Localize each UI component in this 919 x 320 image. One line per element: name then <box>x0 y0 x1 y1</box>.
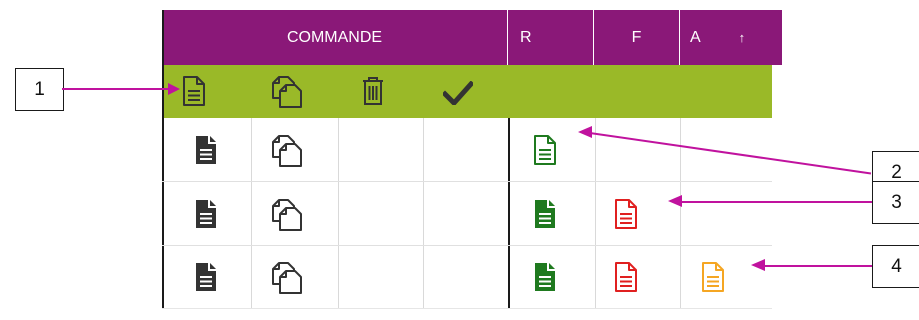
copy-icon[interactable] <box>270 199 304 231</box>
callout-3: 3 <box>872 181 919 224</box>
header-commande-label: COMMANDE <box>286 28 383 46</box>
document-icon[interactable] <box>194 198 218 230</box>
trash-icon[interactable] <box>361 76 385 106</box>
copy-icon[interactable] <box>270 262 304 294</box>
callout-1: 1 <box>15 68 64 111</box>
action-toolbar <box>162 65 772 118</box>
copy-icon[interactable] <box>270 76 304 108</box>
callout-4-leader <box>763 265 872 267</box>
header-a-label: A <box>690 28 701 46</box>
red-outline-document-icon[interactable] <box>614 261 638 293</box>
header-col-r[interactable]: R <box>508 10 605 65</box>
header-r-label: R <box>520 28 532 46</box>
orange-outline-document-icon[interactable] <box>701 261 725 293</box>
callout-4-arrowhead <box>751 259 765 271</box>
callout-1-arrowhead <box>168 83 180 95</box>
callout-2-arrowhead <box>578 126 592 138</box>
green-filled-document-icon[interactable] <box>533 198 557 230</box>
header-f-label: F <box>631 28 642 46</box>
header-col-f[interactable]: F <box>594 10 679 65</box>
document-icon[interactable] <box>194 134 218 166</box>
header-commande[interactable]: COMMANDE <box>162 10 507 65</box>
green-filled-document-icon[interactable] <box>533 261 557 293</box>
copy-icon[interactable] <box>270 135 304 167</box>
callout-4: 4 <box>872 245 919 288</box>
document-icon[interactable] <box>194 261 218 293</box>
commande-grid: COMMANDE R F A ↑ <box>162 10 782 310</box>
checkmark-icon[interactable] <box>443 81 473 105</box>
header-col-a[interactable]: A ↑ <box>680 10 782 65</box>
red-outline-document-icon[interactable] <box>614 198 638 230</box>
callout-3-leader <box>680 201 872 203</box>
callout-1-leader <box>62 88 174 90</box>
sort-arrow-icon[interactable]: ↑ <box>739 30 746 45</box>
callout-3-arrowhead <box>668 195 682 207</box>
new-document-icon[interactable] <box>182 75 206 107</box>
green-outline-document-icon[interactable] <box>533 134 557 166</box>
